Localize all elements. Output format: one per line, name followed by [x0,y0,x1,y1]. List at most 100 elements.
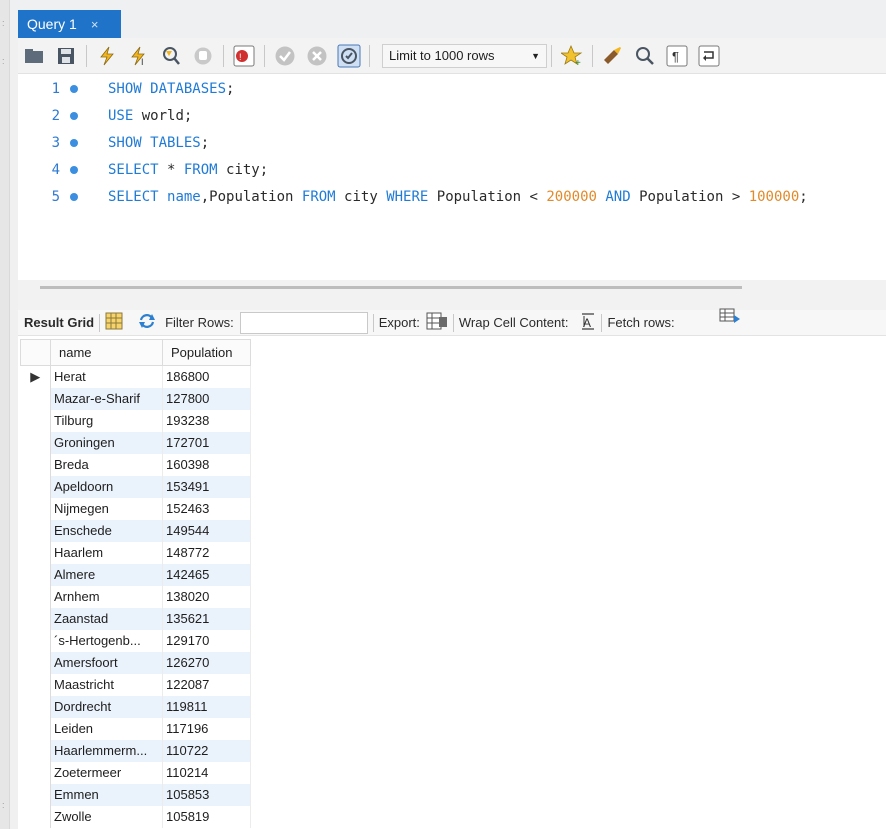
cell-name[interactable]: Maastricht [50,673,163,696]
open-file-icon[interactable] [21,43,47,69]
result-grid-tab[interactable]: Result Grid [24,315,94,330]
table-row[interactable]: Leiden 117196 [20,717,251,740]
table-row[interactable]: Haarlem 148772 [20,541,251,564]
sql-editor[interactable]: 1 SHOW DATABASES; 2 USE world; 3 SHOW TA… [18,74,886,280]
save-icon[interactable] [53,43,79,69]
cell-name[interactable]: Amersfoort [50,651,163,674]
execute-current-icon[interactable]: I [126,43,152,69]
beautify-icon[interactable] [600,43,626,69]
row-selector[interactable] [20,739,51,762]
cell-population[interactable]: 105853 [162,783,251,806]
execute-icon[interactable] [94,43,120,69]
row-selector[interactable] [20,497,51,520]
export-icon[interactable] [426,311,448,334]
wrap-cell-icon[interactable]: A [580,312,596,333]
wrap-icon[interactable] [696,43,722,69]
table-row[interactable]: Breda 160398 [20,453,251,476]
cell-population[interactable]: 148772 [162,541,251,564]
cell-name[interactable]: Groningen [50,431,163,454]
editor-results-splitter[interactable] [18,280,886,310]
cell-population[interactable]: 129170 [162,629,251,652]
fetch-rows-icon[interactable] [719,308,741,329]
cell-population[interactable]: 126270 [162,651,251,674]
cell-population[interactable]: 138020 [162,585,251,608]
table-row[interactable]: Arnhem 138020 [20,585,251,608]
table-row[interactable]: Dordrecht 119811 [20,695,251,718]
row-selector[interactable] [20,783,51,806]
result-grid[interactable]: name Population ▶ Herat 186800 Mazar-e-Shar… [18,336,886,829]
row-selector[interactable] [20,519,51,542]
row-selector[interactable] [20,717,51,740]
cell-name[interactable]: Breda [50,453,163,476]
cell-population[interactable]: 135621 [162,607,251,630]
close-icon[interactable]: × [91,17,99,32]
cell-name[interactable]: Arnhem [50,585,163,608]
cell-name[interactable]: Apeldoorn [50,475,163,498]
cell-population[interactable]: 193238 [162,409,251,432]
cell-name[interactable]: Mazar-e-Sharif [50,387,163,410]
row-selector[interactable] [20,475,51,498]
row-selector[interactable] [20,563,51,586]
cell-name[interactable]: Zaanstad [50,607,163,630]
invisible-chars-icon[interactable]: ¶ [664,43,690,69]
cell-name[interactable]: Haarlem [50,541,163,564]
toggle-error-stop-icon[interactable]: ! [231,43,257,69]
cell-population[interactable]: 153491 [162,475,251,498]
cell-population[interactable]: 105819 [162,805,251,828]
bookmark-icon[interactable]: + [559,43,585,69]
cell-name[interactable]: Almere [50,563,163,586]
row-selector[interactable] [20,805,51,828]
row-selector[interactable] [20,695,51,718]
row-selector[interactable] [20,761,51,784]
table-row[interactable]: ▶ Herat 186800 [20,365,251,388]
find-icon[interactable] [632,43,658,69]
tab-query-1[interactable]: Query 1 × [18,10,121,38]
cell-population[interactable]: 110722 [162,739,251,762]
cell-population[interactable]: 127800 [162,387,251,410]
cell-name[interactable]: Herat [50,365,163,388]
cell-name[interactable]: Haarlemmerm... [50,739,163,762]
table-row[interactable]: Haarlemmerm... 110722 [20,739,251,762]
cell-name[interactable]: Tilburg [50,409,163,432]
cell-population[interactable]: 119811 [162,695,251,718]
cell-name[interactable]: ´s-Hertogenb... [50,629,163,652]
cell-population[interactable]: 117196 [162,717,251,740]
table-row[interactable]: Zoetermeer 110214 [20,761,251,784]
row-selector[interactable] [20,585,51,608]
cell-name[interactable]: Zoetermeer [50,761,163,784]
table-row[interactable]: Zaanstad 135621 [20,607,251,630]
explain-icon[interactable] [158,43,184,69]
table-row[interactable]: Tilburg 193238 [20,409,251,432]
cell-population[interactable]: 160398 [162,453,251,476]
cell-population[interactable]: 172701 [162,431,251,454]
table-row[interactable]: Zwolle 105819 [20,805,251,828]
refresh-icon[interactable] [137,312,157,333]
cell-name[interactable]: Emmen [50,783,163,806]
row-selector[interactable] [20,607,51,630]
table-row[interactable]: Groningen 172701 [20,431,251,454]
cell-population[interactable]: 152463 [162,497,251,520]
autocommit-icon[interactable] [336,43,362,69]
row-selector[interactable] [20,453,51,476]
cell-name[interactable]: Enschede [50,519,163,542]
cell-population[interactable]: 142465 [162,563,251,586]
row-header-corner[interactable] [20,339,51,366]
table-row[interactable]: Nijmegen 152463 [20,497,251,520]
limit-rows-select[interactable]: Limit to 1000 rows ▼ [382,43,547,68]
commit-icon[interactable] [272,43,298,69]
cell-population[interactable]: 149544 [162,519,251,542]
table-row[interactable]: Amersfoort 126270 [20,651,251,674]
row-selector[interactable] [20,387,51,410]
grid-layout-icon[interactable] [105,312,123,333]
row-selector[interactable]: ▶ [20,365,51,388]
cell-population[interactable]: 186800 [162,365,251,388]
rollback-icon[interactable] [304,43,330,69]
cell-name[interactable]: Leiden [50,717,163,740]
row-selector[interactable] [20,541,51,564]
table-row[interactable]: Enschede 149544 [20,519,251,542]
column-header-population[interactable]: Population [162,339,251,366]
row-selector[interactable] [20,431,51,454]
table-row[interactable]: Apeldoorn 153491 [20,475,251,498]
table-row[interactable]: Emmen 105853 [20,783,251,806]
cell-population[interactable]: 110214 [162,761,251,784]
